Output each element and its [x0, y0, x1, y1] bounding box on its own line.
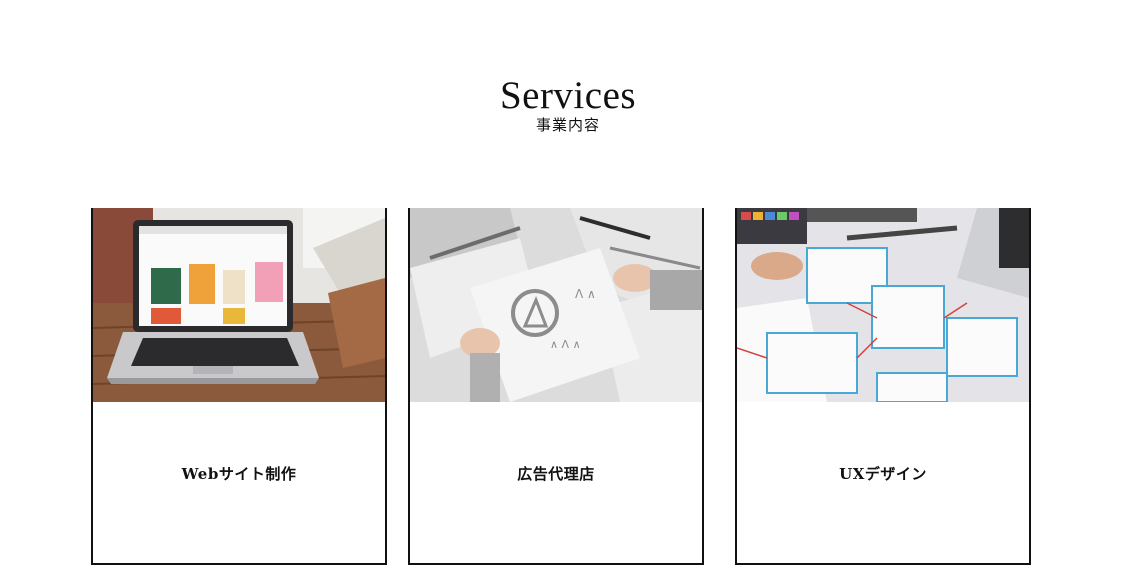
service-card-web[interactable]: Webサイト制作 — [91, 208, 387, 565]
svg-text:Λ ∧: Λ ∧ — [575, 287, 596, 301]
service-card-label: Webサイト制作 — [181, 465, 297, 483]
ux-wireframe-photo — [737, 208, 1029, 402]
svg-text:∧ Λ ∧: ∧ Λ ∧ — [550, 338, 581, 351]
service-card-label: 広告代理店 — [517, 465, 595, 483]
service-card-advertising[interactable]: Λ ∧ ∧ Λ ∧ 広告代理店 — [408, 208, 704, 565]
section-title: Services — [499, 74, 637, 117]
section-heading: Services 事業内容 — [0, 74, 1136, 134]
logo-sketch-photo: Λ ∧ ∧ Λ ∧ — [410, 208, 702, 402]
laptop-photo — [93, 208, 385, 402]
service-card-ux[interactable]: UXデザイン — [735, 208, 1031, 565]
section-subtitle: 事業内容 — [535, 116, 600, 134]
service-card-label: UXデザイン — [839, 465, 927, 483]
